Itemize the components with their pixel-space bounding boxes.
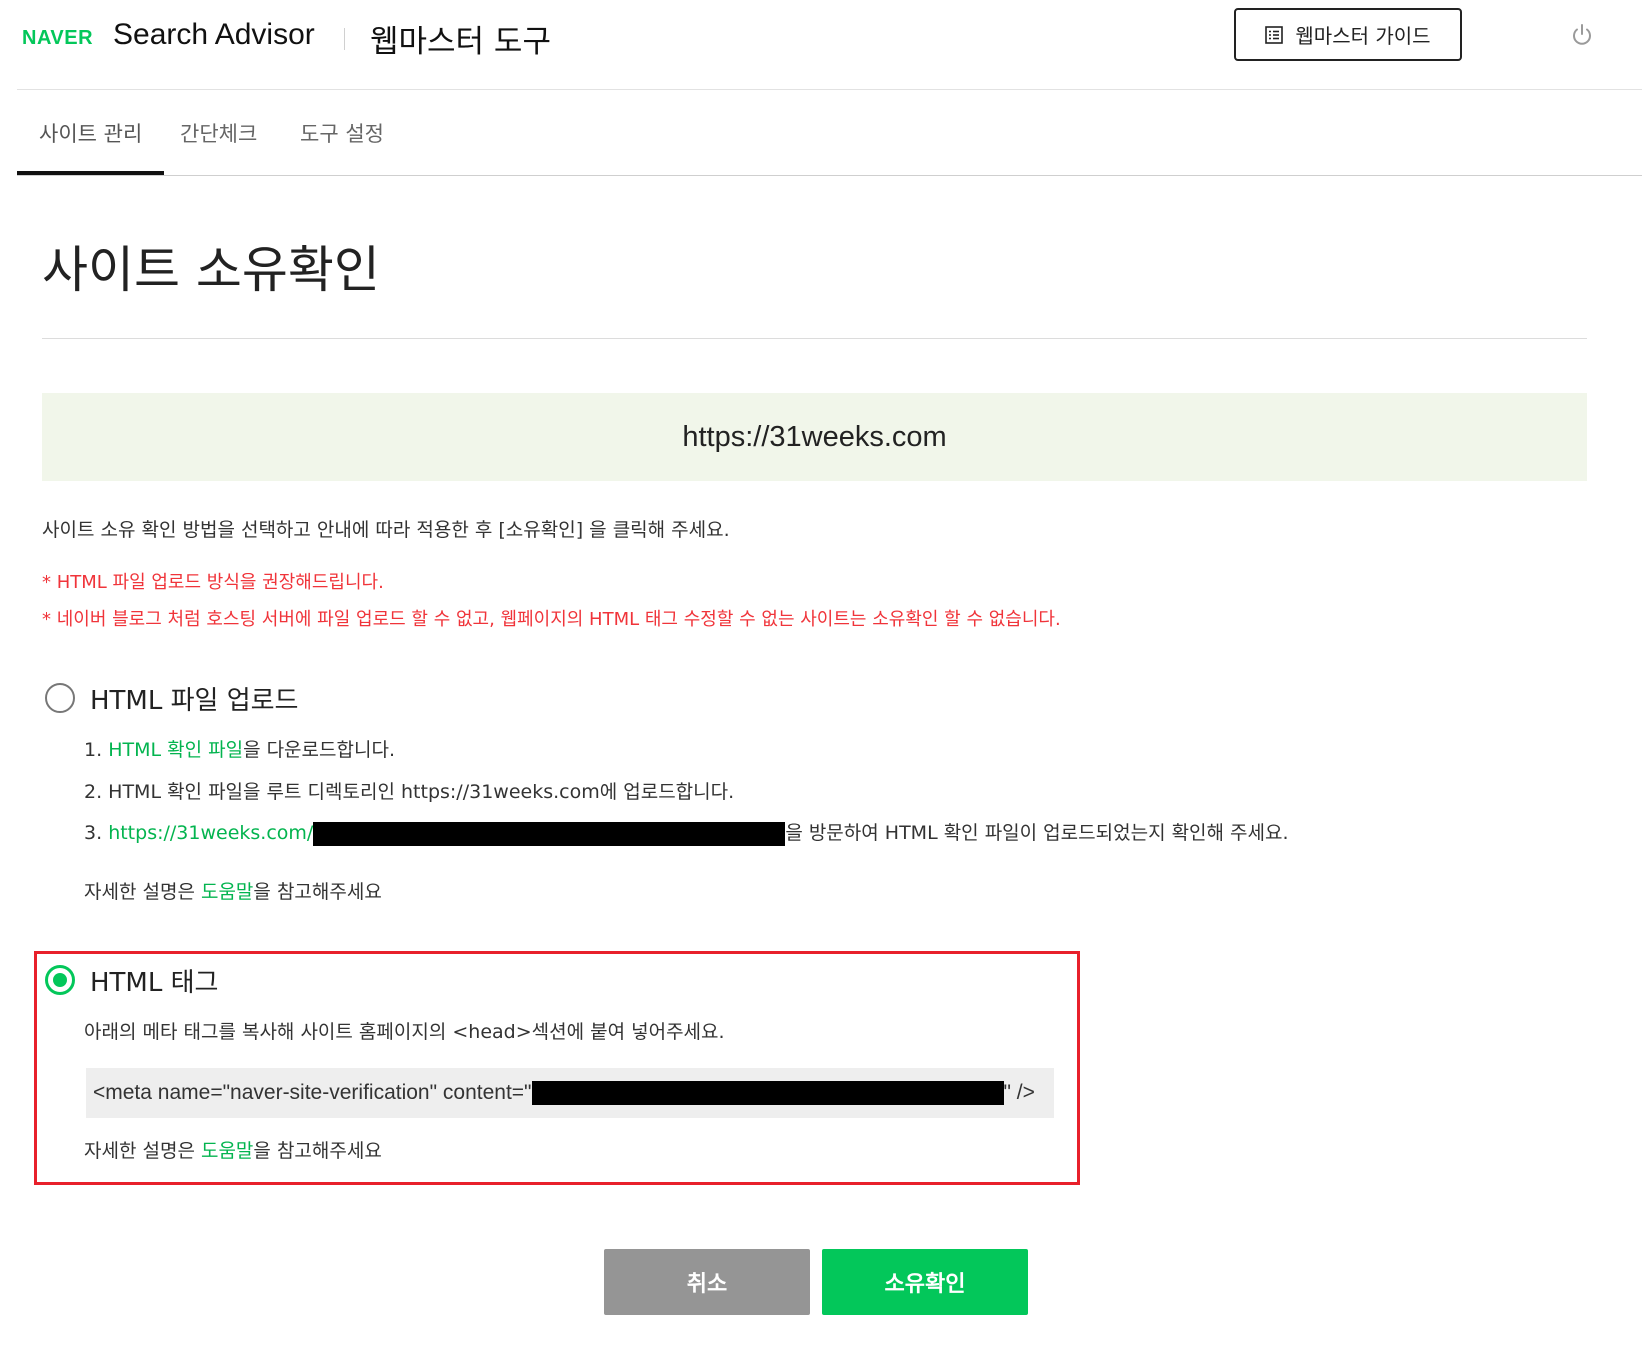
warning-text: * 네이버 블로그 처럼 호스팅 서버에 파일 업로드 할 수 없고, 웹페이지…: [42, 609, 1061, 630]
meta-tag-suffix: " />: [1003, 1081, 1035, 1104]
active-tab-indicator: [17, 171, 164, 175]
webmaster-guide-button[interactable]: 웹마스터 가이드: [1234, 8, 1462, 61]
help-text-tag: 자세한 설명은 도움말을 참고해주세요: [84, 1136, 382, 1163]
instruction-text: 사이트 소유 확인 방법을 선택하고 안내에 따라 적용한 후 [소유확인] 을…: [42, 519, 730, 541]
step-number: 1.: [84, 739, 103, 761]
tab-quick-check[interactable]: 간단체크: [180, 118, 257, 148]
option-label-html-tag[interactable]: HTML 태그: [90, 962, 218, 999]
list-icon: [1265, 25, 1284, 44]
help-suffix: 을 참고해주세요: [253, 881, 382, 903]
verify-ownership-button[interactable]: 소유확인: [822, 1249, 1028, 1315]
option-label-html-file[interactable]: HTML 파일 업로드: [90, 680, 298, 717]
verification-url-text: https://31weeks.com/: [108, 822, 314, 844]
help-prefix: 자세한 설명은: [84, 881, 201, 903]
radio-html-file-upload[interactable]: [45, 683, 75, 713]
power-icon[interactable]: [1569, 22, 1595, 48]
tool-name: 웹마스터 도구: [370, 24, 551, 60]
help-prefix: 자세한 설명은: [84, 1140, 201, 1162]
naver-logo[interactable]: NAVER: [22, 27, 93, 50]
redacted-filename: [313, 821, 786, 846]
help-link[interactable]: 도움말: [201, 1140, 253, 1162]
warning-text: * HTML 파일 업로드 방식을 권장해드립니다.: [42, 572, 384, 593]
step-2: 2. HTML 확인 파일을 루트 디렉토리인 https://31weeks.…: [84, 781, 735, 803]
site-url-box: https://31weeks.com: [42, 393, 1587, 481]
step-text: 을 다운로드합니다.: [243, 739, 395, 761]
step-1: 1. HTML 확인 파일을 다운로드합니다.: [84, 735, 395, 762]
app-name[interactable]: Search Advisor: [113, 18, 315, 52]
tag-description: 아래의 메타 태그를 복사해 사이트 홈페이지의 <head>섹션에 붙여 넣어…: [84, 1021, 725, 1043]
html-verification-file-link[interactable]: HTML 확인 파일: [108, 739, 243, 761]
header: NAVER Search Advisor 웹마스터 도구 웹마스터 가이드: [17, 0, 1642, 90]
page-title: 사이트 소유확인: [42, 241, 380, 299]
cancel-button[interactable]: 취소: [604, 1249, 810, 1315]
meta-tag-prefix: <meta name="naver-site-verification" con…: [93, 1081, 532, 1104]
step-3: 3. https://31weeks.com/을 방문하여 HTML 확인 파일…: [84, 818, 1289, 846]
tab-site-management[interactable]: 사이트 관리: [39, 118, 142, 148]
meta-tag-code[interactable]: <meta name="naver-site-verification" con…: [86, 1068, 1054, 1118]
guide-button-label: 웹마스터 가이드: [1295, 24, 1431, 48]
help-text-file: 자세한 설명은 도움말을 참고해주세요: [84, 877, 382, 904]
help-suffix: 을 참고해주세요: [253, 1140, 382, 1162]
title-divider: [42, 338, 1587, 339]
redacted-verification-code: [531, 1081, 1004, 1105]
verification-url-link[interactable]: https://31weeks.com/: [108, 821, 786, 846]
step-text: 을 방문하여 HTML 확인 파일이 업로드되었는지 확인해 주세요.: [785, 822, 1289, 844]
step-number: 3.: [84, 822, 103, 844]
tab-tool-settings[interactable]: 도구 설정: [300, 118, 384, 148]
help-link[interactable]: 도움말: [201, 881, 253, 903]
site-url: https://31weeks.com: [682, 420, 947, 453]
header-divider: [344, 28, 345, 50]
tab-bar: 사이트 관리 간단체크 도구 설정: [17, 90, 1642, 176]
radio-html-tag[interactable]: [45, 965, 75, 995]
